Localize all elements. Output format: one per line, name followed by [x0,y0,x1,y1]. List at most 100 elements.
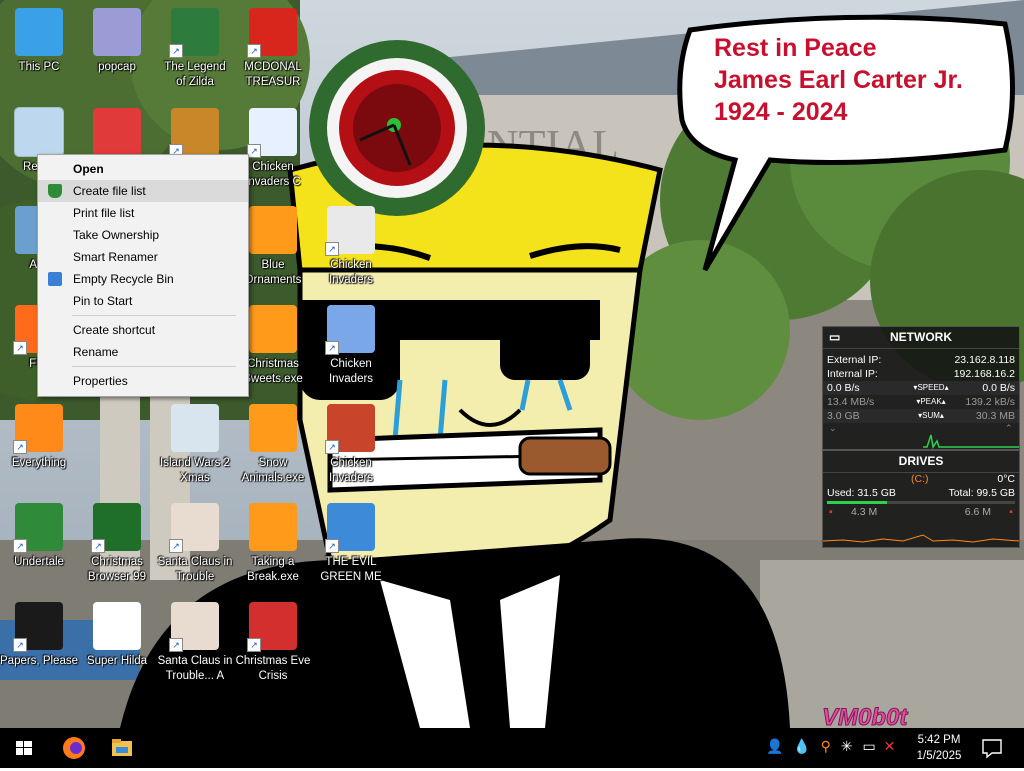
desktop-icon[interactable]: ↗ Christmas Browser 99 [78,503,156,585]
drives-gadget[interactable]: DRIVES (C:) 0°C Used: 31.5 GB Total: 99.… [822,450,1020,548]
desktop-icon[interactable]: Snow Animals.exe [234,404,312,486]
shortcut-arrow-icon: ↗ [325,242,339,256]
file-explorer-taskbar-button[interactable] [98,728,146,768]
desktop-icon-label: Everything [11,457,67,469]
menu-item-label: Create shortcut [73,323,156,337]
drives-title: DRIVES [823,451,1019,473]
notifications-button[interactable] [978,736,1006,760]
shortcut-arrow-icon: ↗ [13,341,27,355]
desktop-icon[interactable]: Island Wars 2 Xmas [156,404,234,486]
snow-animals-exe-icon [249,404,297,452]
menu-item-rename[interactable]: Rename [38,341,248,363]
external-ip-label: External IP: [827,354,882,366]
desktop-icon-label: MCDONAL TREASUR [244,61,302,88]
computer-icon [15,8,63,56]
desktop-icon[interactable]: ↗ The Legend of Zilda [156,8,234,90]
desktop-icon[interactable]: This PC [0,8,78,75]
menu-item-label: Create file list [73,184,146,198]
speech-bubble: Rest in Peace James Earl Carter Jr. 1924… [714,32,963,128]
shortcut-arrow-icon: ↗ [247,638,261,652]
speech-line-2: James Earl Carter Jr. [714,66,963,94]
read-icon: ▪ [829,506,833,518]
shortcut-arrow-icon: ↗ [247,144,261,158]
super-hilda-icon [93,602,141,650]
speech-line-1: Rest in Peace [714,34,877,62]
menu-item-properties[interactable]: Properties [38,370,248,392]
tray-icons: 👤 💧 ⚲ ✳ ▭ ✕ [766,738,895,755]
watermark-text: VM0b0t [822,704,908,728]
desktop-icon[interactable]: popcap [78,8,156,75]
recycle-small-icon [48,272,62,286]
collapse-icon: ⌄ [829,423,837,433]
desktop-icon-label: Super Hilda [86,655,148,667]
snowflake-icon[interactable]: ✳ [841,738,853,754]
christmas-tree-icon: ↗ [91,503,141,553]
shortcut-arrow-icon: ↗ [325,539,339,553]
network-title: ▭ NETWORK [823,327,1019,349]
menu-item-pin-to-start[interactable]: Pin to Start [38,290,248,312]
desktop-icon[interactable]: ↗ Christmas Eve Crisis [234,602,312,684]
clock[interactable]: 5:42 PM 1/5/2025 [908,732,970,764]
menu-item-empty-recycle-bin[interactable]: Empty Recycle Bin [38,268,248,290]
desktop-icon[interactable]: ↗ Everything [0,404,78,471]
drop-icon[interactable]: 💧 [793,738,810,754]
chicken-icon: ↗ [325,206,375,256]
drive-letter: (C:) [911,473,929,485]
folder-icon [112,739,132,756]
people-icon[interactable]: 👤 [766,738,783,754]
santa-3-icon: ↗ [247,602,297,652]
menu-item-create-file-list[interactable]: Create file list [38,180,248,202]
shortcut-arrow-icon: ↗ [13,440,27,454]
menu-item-open[interactable]: Open [38,158,248,180]
start-button[interactable] [0,728,48,768]
mcdonalds-icon: ↗ [247,8,297,58]
menu-item-label: Rename [73,345,119,359]
peak-up: 139.2 kB/s [965,396,1015,408]
desktop-icon[interactable]: ↗ Santa Claus in Trouble [156,503,234,585]
christmas-bird-icon [93,108,141,156]
desktop-icon-label: popcap [98,61,136,73]
notification-icon [982,739,1002,759]
desktop-icon[interactable]: ↗ THE EVIL GREEN ME [312,503,390,585]
desktop-icon[interactable]: ↗ Chicken Invaders [312,206,390,288]
firefox-icon [63,737,85,759]
desktop-icon[interactable] [78,108,156,160]
windows-logo-icon [16,741,32,755]
network-gadget[interactable]: ▭ NETWORK External IP: 23.162.8.118 Inte… [822,326,1020,450]
shortcut-arrow-icon: ↗ [247,44,261,58]
papers-please-icon: ↗ [13,602,63,652]
desktop-icon[interactable]: ↗ Undertale [0,503,78,570]
desktop-icon[interactable]: Taking a Break.exe [234,503,312,585]
menu-item-take-ownership[interactable]: Take Ownership [38,224,248,246]
sweets-exe-icon [249,305,297,353]
desktop-icon[interactable]: ↗ Chicken Invaders [312,305,390,387]
ornaments-exe-icon [249,206,297,254]
desktop-icon[interactable]: ↗ Papers, Please [0,602,78,669]
desktop-icon[interactable]: ↗ [156,108,234,160]
firefox-taskbar-button[interactable] [50,728,98,768]
menu-item-label: Open [73,162,104,176]
desktop-icon[interactable]: Super Hilda [78,602,156,669]
shortcut-arrow-icon: ↗ [169,638,183,652]
menu-item-create-shortcut[interactable]: Create shortcut [38,319,248,341]
speed-down: 0.0 B/s [827,382,860,394]
network-graph: ⌄ ⌃ [829,423,1019,449]
everything-search-icon: ↗ [13,404,63,454]
volume-muted-icon[interactable]: ✕ [884,738,896,754]
desktop-icon[interactable]: ↗ MCDONAL TREASUR [234,8,312,90]
search-tray-icon[interactable]: ⚲ [821,738,831,754]
desktop-icon-label: This PC [18,61,60,73]
shortcut-arrow-icon: ↗ [169,44,183,58]
menu-item-smart-renamer[interactable]: Smart Renamer [38,246,248,268]
taskbar: 👤 💧 ⚲ ✳ ▭ ✕ 5:42 PM 1/5/2025 [0,728,1024,768]
break-exe-icon [249,503,297,551]
drive-read: 4.3 M [851,506,878,518]
desktop-icon[interactable]: ↗ Chicken Invaders [312,404,390,486]
menu-item-print-file-list[interactable]: Print file list [38,202,248,224]
angry-birds-seasons-icon: ↗ [169,108,219,158]
desktop-icon-label: Christmas Eve Crisis [235,655,311,682]
menu-item-label: Print file list [73,206,135,220]
network-tray-icon[interactable]: ▭ [862,738,875,754]
desktop-icon[interactable]: ↗ Santa Claus in Trouble... A [156,602,234,684]
menu-separator [72,366,236,367]
